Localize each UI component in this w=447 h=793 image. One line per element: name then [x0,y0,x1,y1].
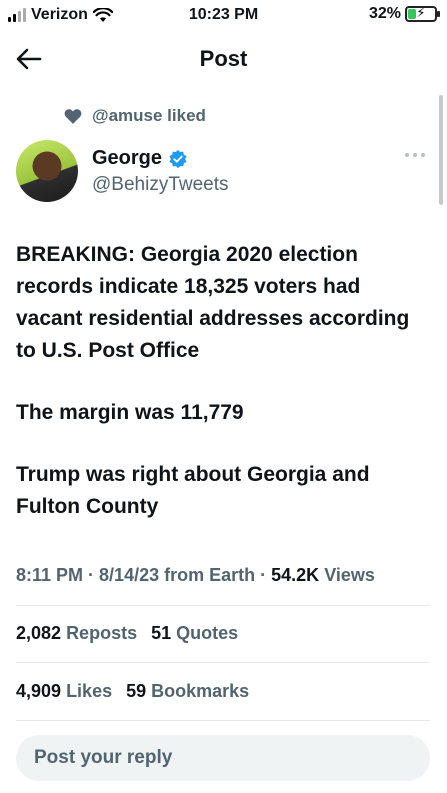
reply-placeholder: Post your reply [34,747,173,768]
reply-input[interactable]: Post your reply [16,735,430,781]
likes-label: Likes [66,681,113,701]
social-context[interactable]: @amuse liked [64,106,206,126]
reposts-link[interactable]: 2,082 Reposts [16,623,137,644]
charging-bolt-icon: ⚡ [416,5,426,20]
quotes-link[interactable]: 51 Quotes [151,623,238,644]
page-title: Post [199,46,248,71]
views-label: Views [324,565,375,585]
tweet-source: from Earth [164,565,256,585]
reposts-quotes-row: 2,082 Reposts 51 Quotes [16,623,238,644]
battery-percent: 32% [368,5,401,22]
divider [16,605,430,606]
views-count: 54.2K [271,565,320,585]
author-handle[interactable]: @BehizyTweets [92,174,229,196]
heart-icon [64,109,82,124]
battery-icon: ⚡ [405,5,440,22]
quotes-label: Quotes [176,623,239,643]
social-context-text: @amuse liked [92,106,206,125]
likes-count: 4,909 [16,681,62,701]
scrollbar[interactable] [439,95,443,205]
tweet-paragraph: The margin was 11,779 [16,401,244,424]
divider [16,662,430,663]
tweet-paragraph: Trump was right about Georgia and Fulton… [16,463,370,518]
tweet-text: BREAKING: Georgia 2020 election records … [16,239,426,553]
verified-badge-icon [169,149,187,168]
bookmarks-link[interactable]: 59 Bookmarks [126,681,249,702]
bookmarks-count: 59 [126,681,147,701]
top-nav: Post [0,36,447,82]
status-bar: Verizon 10:23 PM 32% ⚡ [0,0,447,34]
divider [16,720,430,721]
tweet-time[interactable]: 8:11 PM [16,565,83,585]
reposts-count: 2,082 [16,623,62,643]
status-right: 32% ⚡ [368,5,440,23]
more-options-icon[interactable] [403,150,427,160]
likes-link[interactable]: 4,909 Likes [16,681,112,702]
likes-bookmarks-row: 4,909 Likes 59 Bookmarks [16,681,249,702]
tweet-date[interactable]: 8/14/23 [99,565,159,585]
bookmarks-label: Bookmarks [151,681,250,701]
quotes-count: 51 [151,623,172,643]
author-name: George [92,147,163,169]
avatar[interactable] [16,140,78,202]
tweet-meta: 8:11 PM · 8/14/23 from Earth · 54.2K Vie… [16,565,375,585]
tweet-paragraph: BREAKING: Georgia 2020 election records … [16,243,410,362]
reposts-label: Reposts [66,623,138,643]
author-name-row[interactable]: George [92,147,188,170]
